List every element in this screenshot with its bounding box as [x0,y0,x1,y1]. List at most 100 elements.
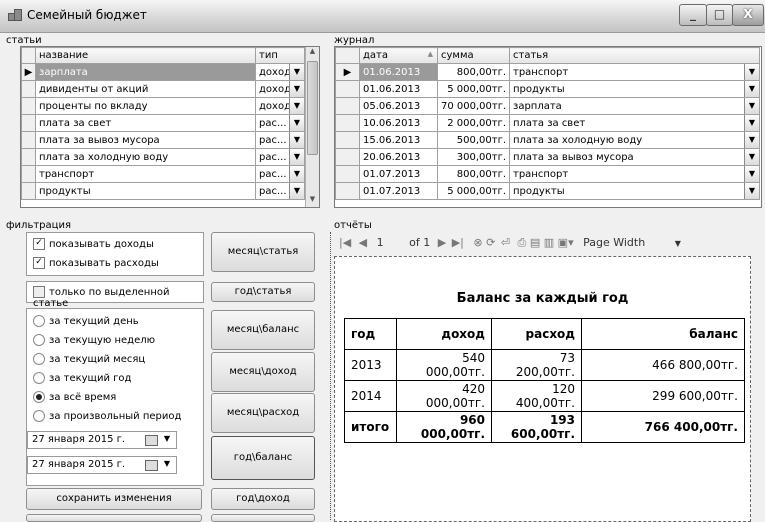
report-month-income-button[interactable]: месяц\доход [211,352,315,392]
extra-report-button[interactable] [211,514,315,522]
date-cell[interactable]: 01.06.2013 [359,80,438,98]
report-month-expense-button[interactable]: месяц\расход [211,393,315,433]
category-combo[interactable]: транспорт ▼ [509,165,760,183]
period-radio-week[interactable]: за текущую неделю [33,334,155,346]
radio-icon[interactable] [33,334,45,346]
amount-cell[interactable]: 500,00тг. [437,131,510,149]
table-row[interactable]: 20.06.2013 300,00тг. плата за вывоз мусо… [335,148,760,166]
table-row[interactable]: 10.06.2013 2 000,00тг. плата за свет ▼ [335,114,760,132]
amount-cell[interactable]: 5 000,00тг. [437,182,510,200]
category-combo[interactable]: зарплата ▼ [509,97,760,115]
column-header-name[interactable]: название [35,47,256,64]
table-row[interactable]: 01.07.2013 800,00тг. транспорт ▼ [335,165,760,183]
category-type-combo[interactable]: рас... ▼ [255,131,305,149]
table-row[interactable]: 01.06.2013 5 000,00тг. продукты ▼ [335,80,760,98]
scroll-up-icon[interactable]: ▲ [306,47,319,59]
category-type-combo[interactable]: рас... ▼ [255,114,305,132]
last-page-icon[interactable]: ▶| [452,236,464,249]
date-cell[interactable]: 20.06.2013 [359,148,438,166]
extra-button[interactable] [26,514,202,522]
table-row[interactable]: плата за свет рас... ▼ [21,114,305,132]
period-radio-year[interactable]: за текущий год [33,372,131,384]
category-type-combo[interactable]: рас... ▼ [255,182,305,200]
radio-selected-icon[interactable] [33,391,45,403]
chevron-down-icon[interactable]: ▼ [675,239,681,248]
minimize-button[interactable]: _ [679,4,707,26]
category-name-cell[interactable]: продукты [35,182,256,200]
report-month-category-button[interactable]: месяц\статья [211,232,315,272]
category-name-cell[interactable]: плата за холодную воду [35,148,256,166]
chevron-down-icon[interactable]: ▼ [289,81,304,97]
table-row[interactable]: ▶ зарплата доход ▼ [21,63,305,81]
amount-cell[interactable]: 300,00тг. [437,148,510,166]
date-to-picker[interactable]: 27 января 2015 г. ▼ [27,456,177,474]
chevron-down-icon[interactable]: ▼ [744,64,759,80]
category-name-cell[interactable]: зарплата [35,63,256,81]
category-combo[interactable]: плата за вывоз мусора ▼ [509,148,760,166]
zoom-select[interactable]: Page Width [583,236,645,249]
chevron-down-icon[interactable]: ▼ [744,81,759,97]
amount-cell[interactable]: 5 000,00тг. [437,80,510,98]
refresh-icon[interactable]: ⟳ [486,236,495,249]
table-row[interactable]: 15.06.2013 500,00тг. плата за холодную в… [335,131,760,149]
chevron-down-icon[interactable]: ▼ [289,166,304,182]
amount-cell[interactable]: 70 000,00тг. [437,97,510,115]
calendar-icon[interactable] [145,435,158,446]
period-radio-day[interactable]: за текущий день [33,315,139,327]
date-cell[interactable]: 01.07.2013 [359,182,438,200]
show-expense-checkbox[interactable]: ✓ показывать расходы [33,257,159,269]
date-cell[interactable]: 15.06.2013 [359,131,438,149]
radio-icon[interactable] [33,315,45,327]
show-income-checkbox[interactable]: ✓ показывать доходы [33,238,154,250]
category-type-combo[interactable]: доход ▼ [255,97,305,115]
category-name-cell[interactable]: проценты по вкладу [35,97,256,115]
chevron-down-icon[interactable]: ▼ [289,64,304,80]
maximize-button[interactable]: □ [706,4,733,26]
radio-icon[interactable] [33,372,45,384]
period-radio-month[interactable]: за текущий месяц [33,353,145,365]
table-row[interactable]: дивиденты от акций доход ▼ [21,80,305,98]
chevron-down-icon[interactable]: ▼ [744,183,759,199]
back-icon[interactable]: ⏎ [501,236,510,249]
save-changes-button[interactable]: сохранить изменения [26,488,202,510]
page-setup-icon[interactable]: ▥ [544,236,554,249]
date-cell[interactable]: 10.06.2013 [359,114,438,132]
chevron-down-icon[interactable]: ▼ [164,459,170,468]
report-year-balance-button[interactable]: год\баланс [211,436,315,480]
date-cell[interactable]: 01.06.2013 [359,63,438,81]
stop-icon[interactable]: ⊗ [473,236,482,249]
category-combo[interactable]: плата за холодную воду ▼ [509,131,760,149]
radio-icon[interactable] [33,353,45,365]
journal-grid[interactable]: дата ▲ сумма статья ▶ 01.06.2013 800,00тг… [334,46,762,208]
chevron-down-icon[interactable]: ▼ [289,98,304,114]
category-name-cell[interactable]: транспорт [35,165,256,183]
print-icon[interactable]: ⎙ [518,236,527,250]
chevron-down-icon[interactable]: ▼ [744,166,759,182]
category-type-combo[interactable]: рас... ▼ [255,148,305,166]
chevron-down-icon[interactable]: ▼ [744,115,759,131]
category-name-cell[interactable]: плата за вывоз мусора [35,131,256,149]
previous-page-icon[interactable]: ◀ [359,236,367,249]
next-page-icon[interactable]: ▶ [438,236,446,249]
date-from-picker[interactable]: 27 января 2015 г. ▼ [27,431,177,449]
checkbox-unchecked-icon[interactable] [33,286,45,298]
table-row[interactable]: ▶ 01.06.2013 800,00тг. транспорт ▼ [335,63,760,81]
chevron-down-icon[interactable]: ▼ [744,149,759,165]
date-cell[interactable]: 05.06.2013 [359,97,438,115]
column-header-category[interactable]: статья [509,47,760,64]
categories-grid[interactable]: название тип ▶ зарплата доход ▼ дивиденты… [20,46,320,208]
amount-cell[interactable]: 800,00тг. [437,165,510,183]
report-month-balance-button[interactable]: месяц\баланс [211,310,315,350]
chevron-down-icon[interactable]: ▼ [289,132,304,148]
category-name-cell[interactable]: плата за свет [35,114,256,132]
export-icon[interactable]: ▣▾ [558,236,574,249]
only-selected-checkbox[interactable]: только по выделенной статье [33,286,203,309]
amount-cell[interactable]: 2 000,00тг. [437,114,510,132]
scroll-down-icon[interactable]: ▼ [306,195,319,207]
chevron-down-icon[interactable]: ▼ [744,98,759,114]
table-row[interactable]: транспорт рас... ▼ [21,165,305,183]
column-header-date[interactable]: дата ▲ [359,47,438,64]
period-radio-custom[interactable]: за произвольный период [33,410,181,422]
checkbox-checked-icon[interactable]: ✓ [33,238,45,250]
scrollbar-thumb[interactable] [307,61,318,155]
